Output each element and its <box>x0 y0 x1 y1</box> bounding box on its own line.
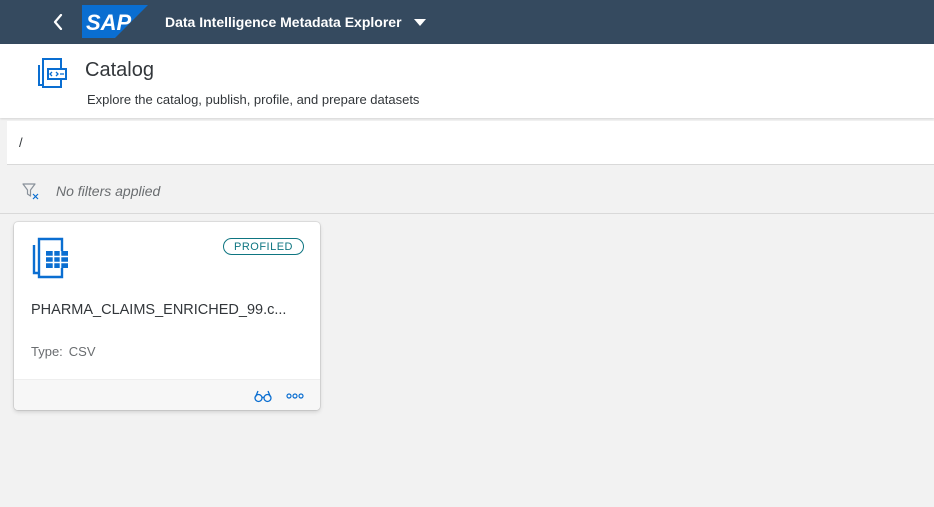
preview-button[interactable] <box>253 387 273 405</box>
csv-file-icon <box>32 237 68 279</box>
preview-icon <box>254 390 272 403</box>
svg-text:SAP: SAP <box>86 10 132 35</box>
filter-bar: No filters applied <box>0 166 934 214</box>
catalog-icon <box>38 58 67 88</box>
caret-down-icon <box>413 18 426 26</box>
card-footer <box>14 379 320 410</box>
app-title-menu[interactable]: Data Intelligence Metadata Explorer <box>165 0 426 44</box>
path-root-link[interactable]: / <box>19 135 23 150</box>
type-value: CSV <box>68 344 96 359</box>
page-header: Catalog Explore the catalog, publish, pr… <box>0 44 934 118</box>
page-subtitle: Explore the catalog, publish, profile, a… <box>87 92 420 107</box>
app-title: Data Intelligence Metadata Explorer <box>165 14 402 30</box>
status-badge: PROFILED <box>222 238 304 255</box>
sap-logo[interactable]: SAP <box>82 5 148 38</box>
more-button[interactable] <box>285 387 305 405</box>
type-label: Type: <box>31 344 63 359</box>
dataset-card[interactable]: PROFILED PHARMA_CLAIMS_ENRICHED_99.c... … <box>14 222 320 410</box>
shell-bar: SAP Data Intelligence Metadata Explorer <box>0 0 934 44</box>
filter-status-text: No filters applied <box>56 183 161 199</box>
back-button[interactable] <box>44 8 72 36</box>
dataset-name[interactable]: PHARMA_CLAIMS_ENRICHED_99.c... <box>31 302 307 318</box>
chevron-left-icon <box>53 14 63 30</box>
more-icon <box>286 393 304 399</box>
clear-filter-icon[interactable] <box>22 182 40 200</box>
page-title: Catalog <box>85 59 154 81</box>
path-breadcrumb-bar[interactable]: / <box>7 121 934 165</box>
dataset-type: Type: CSV <box>31 344 96 359</box>
